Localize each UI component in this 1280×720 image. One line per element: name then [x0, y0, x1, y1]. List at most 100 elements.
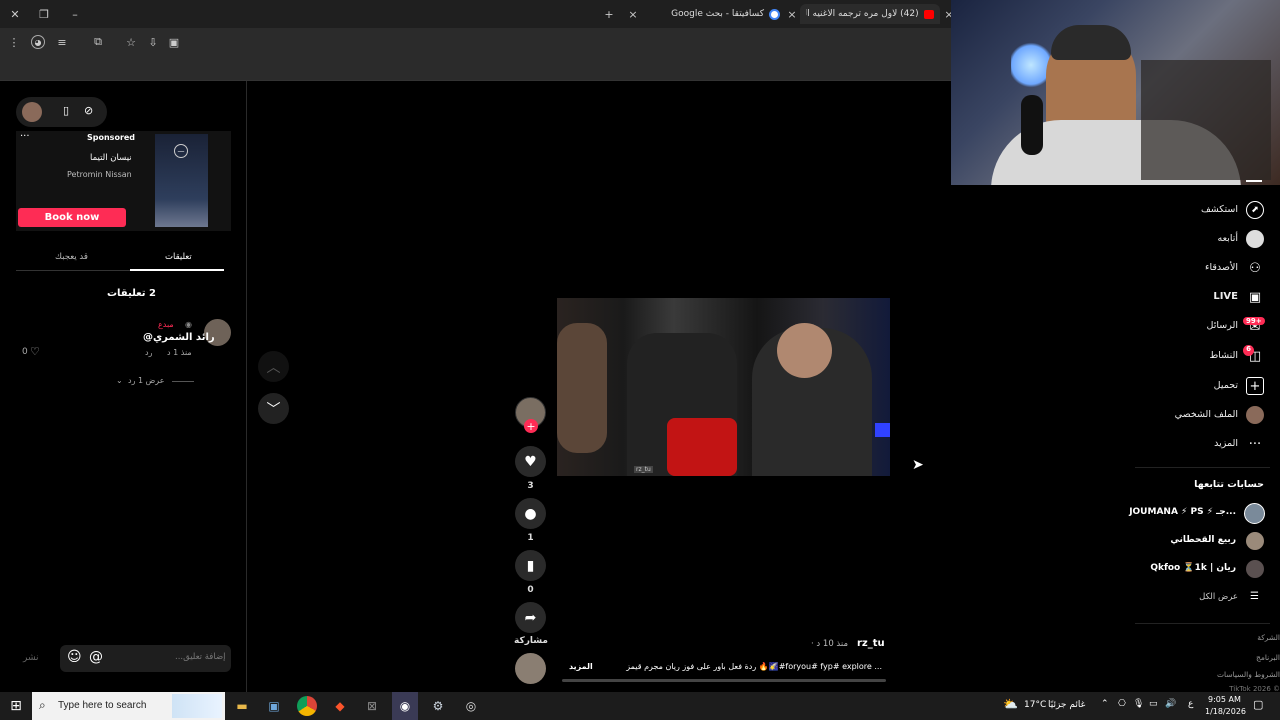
- tab-google-search[interactable]: كسافيتقا - بحث Google: [640, 4, 780, 24]
- extensions-icon[interactable]: ⧉: [91, 35, 105, 49]
- store-icon[interactable]: ▣: [264, 696, 284, 716]
- see-all-button[interactable]: عرض الكل: [1199, 592, 1238, 602]
- compass-icon[interactable]: ⊘: [84, 104, 93, 117]
- taskbar-search-input[interactable]: Type here to search: [58, 700, 146, 711]
- weather-icon[interactable]: ⛅: [1003, 697, 1018, 711]
- emoji-icon[interactable]: ☺: [67, 649, 82, 665]
- video-player[interactable]: rz_tu: [557, 298, 890, 476]
- tray-chevron-up-icon[interactable]: ⌃: [1101, 699, 1109, 709]
- comment-input[interactable]: إضافة تعليق...: [175, 652, 226, 662]
- footer-program[interactable]: البرنامج: [1256, 653, 1280, 662]
- network-icon[interactable]: ⎔: [1118, 699, 1126, 709]
- tab-close-icon[interactable]: ×: [626, 7, 640, 21]
- steam-icon[interactable]: ⚙: [428, 696, 448, 716]
- chevron-down-icon: ⌄: [116, 376, 123, 385]
- music-disc-avatar[interactable]: [515, 653, 546, 684]
- ad-more-icon[interactable]: ···: [20, 131, 30, 142]
- nav-upload[interactable]: تحميل: [1214, 380, 1238, 391]
- save-count: 0: [527, 585, 534, 595]
- language-indicator[interactable]: ع: [1188, 699, 1193, 709]
- windows-start-icon[interactable]: ⊞: [6, 696, 26, 716]
- footer-company[interactable]: الشركة: [1257, 633, 1280, 642]
- share-arrow-icon: ➦: [524, 609, 537, 626]
- download-icon[interactable]: ⇩: [146, 35, 160, 49]
- nav-more[interactable]: المزيد: [1214, 438, 1238, 449]
- comment-button[interactable]: ●: [515, 498, 546, 529]
- like-button[interactable]: ♥: [515, 446, 546, 477]
- cast-icon[interactable]: ▣: [167, 35, 181, 49]
- post-button[interactable]: نشر: [23, 653, 39, 663]
- mention-icon[interactable]: @: [89, 649, 103, 665]
- clock-time[interactable]: 9:05 AM: [1208, 695, 1241, 704]
- following-avatar[interactable]: [1244, 503, 1265, 524]
- view-replies-button[interactable]: عرض 1 رد: [128, 376, 164, 385]
- menu-icon[interactable]: ⋮: [7, 35, 21, 49]
- chrome-icon[interactable]: [297, 696, 317, 716]
- phone-icon[interactable]: ▯: [63, 104, 69, 117]
- volume-icon[interactable]: 🔊: [1165, 699, 1176, 709]
- creator-badge: مبدع: [158, 320, 174, 329]
- youtube-icon: [923, 9, 934, 19]
- notifications-icon[interactable]: ▢: [1253, 698, 1263, 711]
- search-highlight-image: [172, 694, 222, 718]
- home-icon-partial[interactable]: [1246, 180, 1262, 188]
- discord-icon[interactable]: ◉: [392, 692, 418, 720]
- previous-video-button[interactable]: ︿: [258, 351, 289, 382]
- following-avatar[interactable]: [1246, 560, 1264, 578]
- nav-messages[interactable]: الرسائل: [1207, 320, 1238, 331]
- heart-icon: ♥: [524, 453, 537, 470]
- nav-explore[interactable]: استكشف: [1201, 204, 1238, 215]
- comment-input-box[interactable]: إضافة تعليق... @ ☺: [60, 645, 231, 672]
- book-now-button[interactable]: Book now: [18, 208, 126, 227]
- video-author[interactable]: rz_tu: [857, 638, 885, 649]
- profile-icon[interactable]: ◕: [31, 35, 45, 49]
- nav-friends[interactable]: الأصدقاء: [1205, 262, 1238, 273]
- wifi-icon[interactable]: ▭: [1149, 699, 1158, 709]
- share-label: مشاركة: [514, 636, 548, 646]
- nav-activity[interactable]: النشاط: [1209, 350, 1238, 361]
- tab-youtube[interactable]: (42) لاول مره ترجمه الاغنيه العس: [800, 4, 940, 24]
- tab-you-may-like[interactable]: قد يعجبك: [55, 252, 88, 262]
- avatar[interactable]: [22, 102, 42, 122]
- heart-outline-icon[interactable]: ♡: [30, 345, 40, 358]
- browser-toolbar: ⋮ ◕ ≡ ⧉ ☆ ⇩ ▣: [0, 28, 951, 56]
- app-icon[interactable]: ⊠: [362, 696, 382, 716]
- nav-live[interactable]: LIVE: [1213, 291, 1238, 302]
- footer-terms[interactable]: الشروط والسياسات: [1217, 670, 1280, 679]
- comment-author[interactable]: رائد الشمري@: [143, 332, 215, 343]
- following-avatar[interactable]: [1246, 532, 1264, 550]
- reply-button[interactable]: رد: [145, 348, 152, 357]
- minimize-window-icon[interactable]: –: [68, 7, 82, 21]
- search-icon: ⌕: [39, 698, 46, 712]
- next-video-button[interactable]: ﹀: [258, 393, 289, 424]
- footer-divider: [1135, 623, 1270, 624]
- comment-like-count: 0: [22, 347, 28, 357]
- save-button[interactable]: ▮: [515, 550, 546, 581]
- nav-profile[interactable]: الملف الشخصي: [1175, 409, 1238, 420]
- tab-close-icon[interactable]: ×: [785, 7, 799, 21]
- nav-following[interactable]: أتابعه: [1218, 233, 1239, 244]
- following-name[interactable]: JOUMANA ⚡ PS ⚡ جـ...: [1129, 507, 1236, 517]
- following-name[interactable]: Qkfoo ⏳1k | ريان: [1150, 563, 1236, 573]
- obs-icon[interactable]: ◎: [461, 696, 481, 716]
- follow-plus-icon[interactable]: +: [524, 419, 538, 433]
- following-name[interactable]: ربيع القحطاني: [1170, 535, 1236, 545]
- new-tab-icon[interactable]: +: [602, 7, 616, 21]
- close-window-icon[interactable]: ✕: [8, 7, 22, 21]
- playlist-icon[interactable]: ≡: [55, 35, 69, 49]
- person-left: [557, 323, 607, 453]
- share-button[interactable]: ➦: [515, 602, 546, 633]
- video-progress-bar[interactable]: [562, 679, 886, 682]
- lamp-glow: [1011, 40, 1051, 90]
- brave-icon[interactable]: ◆: [330, 696, 350, 716]
- file-explorer-icon[interactable]: ▬: [232, 696, 252, 716]
- tab-comments[interactable]: تعليقات: [165, 252, 192, 262]
- taskbar-search-box[interactable]: ⌕ Type here to search: [32, 692, 225, 720]
- restore-window-icon[interactable]: ❐: [37, 7, 51, 21]
- star-icon[interactable]: ☆: [124, 35, 138, 49]
- clock-date[interactable]: 1/18/2026: [1205, 707, 1246, 716]
- nav-divider: [1135, 467, 1270, 468]
- mic-icon[interactable]: 🎙: [1133, 699, 1144, 709]
- video-watermark: rz_tu: [634, 466, 653, 473]
- caption-more-button[interactable]: المزيد: [569, 662, 593, 671]
